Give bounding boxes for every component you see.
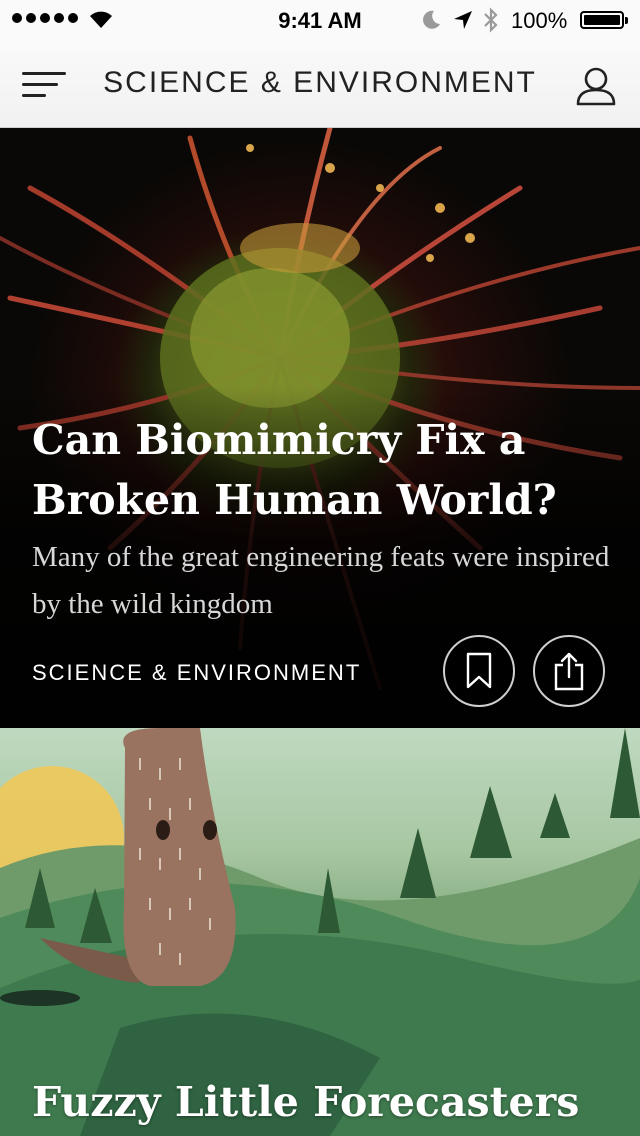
article-category[interactable]: SCIENCE & ENVIRONMENT: [32, 660, 361, 686]
article-card-biomimicry[interactable]: Can Biomimicry Fix a Broken Human World?…: [0, 128, 640, 727]
share-button[interactable]: [533, 635, 605, 707]
article-subtitle: Many of the great engineering feats were…: [32, 541, 610, 620]
article-card-forecasters[interactable]: Fuzzy Little Forecasters: [0, 728, 640, 1136]
nav-bar: SCIENCE & ENVIRONMENT: [0, 40, 640, 128]
article-title[interactable]: Fuzzy Little Forecasters: [32, 1072, 632, 1132]
article-title[interactable]: Can Biomimicry Fix a Broken Human World?: [32, 410, 612, 530]
status-bar: 9:41 AM 100%: [0, 0, 640, 40]
moon-icon: [423, 10, 440, 29]
bookmark-icon: [466, 652, 492, 689]
share-icon: [554, 652, 584, 691]
bookmark-button[interactable]: [443, 635, 515, 707]
profile-icon[interactable]: [574, 66, 618, 106]
battery-percent: 100%: [511, 8, 568, 33]
location-arrow-icon: [454, 11, 472, 29]
bluetooth-icon: [484, 7, 498, 33]
section-title: SCIENCE & ENVIRONMENT: [103, 66, 537, 99]
battery-icon: [580, 11, 628, 29]
